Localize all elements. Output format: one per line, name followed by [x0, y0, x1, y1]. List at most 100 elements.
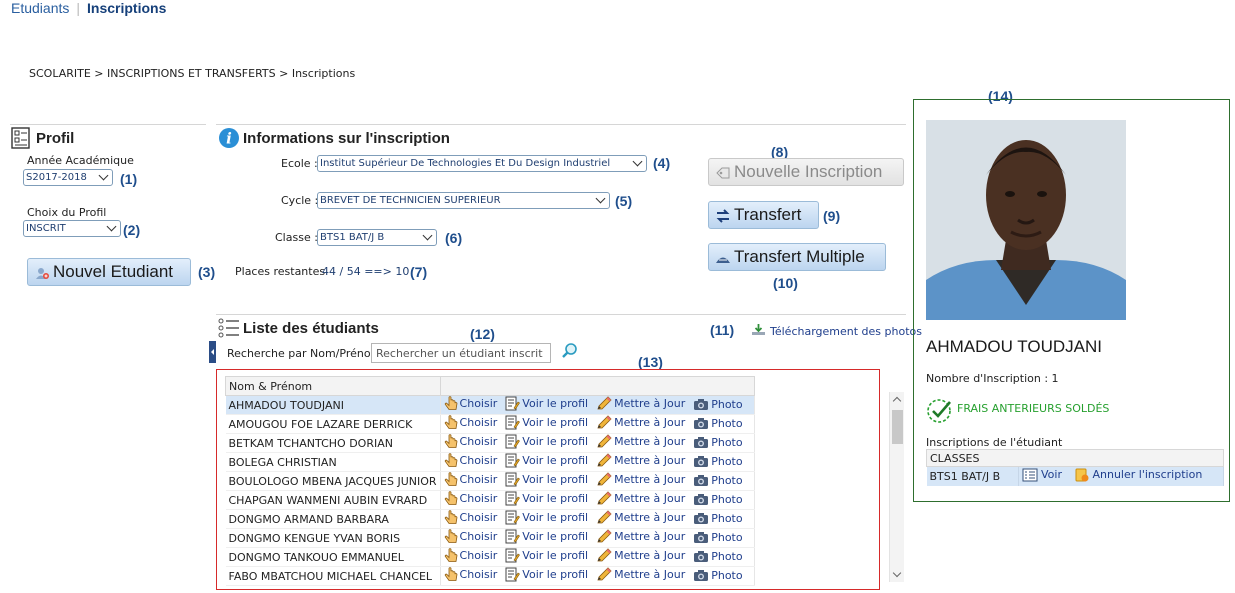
- scroll-down-icon[interactable]: [892, 568, 902, 578]
- annee-select[interactable]: S2017-2018: [23, 169, 113, 186]
- update-link[interactable]: Mettre à Jour: [596, 415, 685, 430]
- view-profile-link[interactable]: Voir le profil: [505, 510, 588, 525]
- student-name-cell[interactable]: DONGMO KENGUE YVAN BORIS: [225, 528, 441, 548]
- update-link-label: Mettre à Jour: [614, 454, 686, 467]
- photo-link[interactable]: Photo: [693, 435, 743, 449]
- update-link[interactable]: Mettre à Jour: [596, 548, 685, 563]
- update-link[interactable]: Mettre à Jour: [596, 434, 685, 449]
- view-profile-link[interactable]: Voir le profil: [505, 434, 588, 449]
- view-profile-link[interactable]: Voir le profil: [505, 567, 588, 582]
- student-name-cell[interactable]: DONGMO ARMAND BARBARA: [225, 509, 441, 529]
- table-row[interactable]: DONGMO ARMAND BARBARA Choisir Voir le prof…: [225, 509, 755, 529]
- pencil-edit-icon: [596, 415, 612, 430]
- scroll-thumb[interactable]: [892, 410, 903, 444]
- pencil-edit-icon: [596, 396, 612, 411]
- view-profile-link[interactable]: Voir le profil: [505, 548, 588, 563]
- tab-inscriptions[interactable]: Inscriptions: [87, 0, 166, 16]
- choix-select[interactable]: INSCRIT: [23, 220, 121, 237]
- add-user-icon: [34, 265, 50, 279]
- student-name-cell[interactable]: BETKAM TCHANTCHO DORIAN: [225, 433, 441, 453]
- choix-dropdown[interactable]: INSCRIT: [23, 220, 121, 237]
- student-name-cell[interactable]: DONGMO TANKOUO EMMANUEL: [225, 547, 441, 567]
- view-profile-link[interactable]: Voir le profil: [505, 491, 588, 506]
- choose-link[interactable]: Choisir: [444, 529, 497, 544]
- view-profile-link[interactable]: Voir le profil: [505, 472, 588, 487]
- transfert-multiple-button[interactable]: Transfert Multiple: [708, 243, 886, 271]
- ecole-dropdown[interactable]: Institut Supérieur De Technologies Et Du…: [317, 155, 647, 172]
- transfert-button[interactable]: Transfert: [708, 201, 819, 229]
- update-link[interactable]: Mettre à Jour: [596, 491, 685, 506]
- search-icon[interactable]: [561, 342, 579, 363]
- table-row[interactable]: BOLEGA CHRISTIAN Choisir Voir le profil Met…: [225, 452, 755, 472]
- table-row[interactable]: FABO MBATCHOU MICHAEL CHANCEL Choisir Voir…: [225, 566, 755, 586]
- student-name-cell[interactable]: BOLEGA CHRISTIAN: [225, 452, 441, 472]
- photo-link-label: Photo: [711, 549, 743, 563]
- photo-link[interactable]: Photo: [693, 549, 743, 563]
- update-link-label: Mettre à Jour: [614, 549, 686, 562]
- collapse-handle[interactable]: [209, 341, 216, 363]
- update-link[interactable]: Mettre à Jour: [596, 529, 685, 544]
- view-profile-link[interactable]: Voir le profil: [505, 529, 588, 544]
- table-row[interactable]: BOULOLOGO MBENA JACQUES JUNIOR Choisir Voi…: [225, 471, 755, 491]
- table-scrollbar[interactable]: [889, 392, 904, 582]
- scroll-up-icon[interactable]: [892, 396, 902, 406]
- student-name-cell[interactable]: AHMADOU TOUDJANI: [225, 395, 441, 415]
- view-profile-link[interactable]: Voir le profil: [505, 415, 588, 430]
- photo-link[interactable]: Photo: [693, 492, 743, 506]
- photo-link[interactable]: Photo: [693, 511, 743, 525]
- choose-link[interactable]: Choisir: [444, 472, 497, 487]
- update-link[interactable]: Mettre à Jour: [596, 453, 685, 468]
- student-name-cell[interactable]: AMOUGOU FOE LAZARE DERRICK: [225, 414, 441, 434]
- view-profile-link[interactable]: Voir le profil: [505, 396, 588, 411]
- annuler-link[interactable]: Annuler l'inscription: [1075, 468, 1202, 482]
- student-name-cell[interactable]: FABO MBATCHOU MICHAEL CHANCEL: [225, 566, 441, 586]
- photo-link[interactable]: Photo: [693, 416, 743, 430]
- photo-link[interactable]: Photo: [693, 530, 743, 544]
- tab-etudiants[interactable]: Etudiants: [11, 0, 69, 16]
- nb-inscription-value: 1: [1051, 372, 1059, 385]
- marker-3: (3): [198, 264, 216, 280]
- table-row[interactable]: AMOUGOU FOE LAZARE DERRICK Choisir Voir le…: [225, 414, 755, 434]
- update-link[interactable]: Mettre à Jour: [596, 396, 685, 411]
- cycle-select[interactable]: BREVET DE TECHNICIEN SUPÉRIEUR: [317, 192, 610, 209]
- nouvelle-inscription-button[interactable]: Nouvelle Inscription: [708, 158, 904, 186]
- student-photo: [926, 120, 1126, 320]
- table-row[interactable]: DONGMO TANKOUO EMMANUEL Choisir Voir le pr…: [225, 547, 755, 567]
- update-link[interactable]: Mettre à Jour: [596, 472, 685, 487]
- download-photos-link[interactable]: Téléchargement des photos: [751, 323, 922, 339]
- voir-link[interactable]: Voir: [1022, 468, 1062, 482]
- classe-dropdown[interactable]: BTS1 BAT/J B: [317, 229, 437, 246]
- choose-link[interactable]: Choisir: [444, 491, 497, 506]
- cycle-dropdown[interactable]: BREVET DE TECHNICIEN SUPÉRIEUR: [317, 192, 610, 209]
- ecole-select[interactable]: Institut Supérieur De Technologies Et Du…: [317, 155, 647, 172]
- photo-link[interactable]: Photo: [693, 397, 743, 411]
- choose-link[interactable]: Choisir: [444, 415, 497, 430]
- table-row[interactable]: AHMADOU TOUDJANI Choisir Voir le profil Met…: [225, 395, 755, 415]
- update-link-label: Mettre à Jour: [614, 435, 686, 448]
- table-row[interactable]: CHAPGAN WANMENI AUBIN EVRARD Choisir Voir …: [225, 490, 755, 510]
- student-name-cell[interactable]: BOULOLOGO MBENA JACQUES JUNIOR: [225, 471, 441, 491]
- update-link[interactable]: Mettre à Jour: [596, 510, 685, 525]
- choose-link[interactable]: Choisir: [444, 453, 497, 468]
- profile-doc-icon: [505, 472, 521, 487]
- profile-doc-icon: [505, 434, 521, 449]
- classe-select[interactable]: BTS1 BAT/J B: [317, 229, 437, 246]
- photo-link[interactable]: Photo: [693, 454, 743, 468]
- view-profile-link[interactable]: Voir le profil: [505, 453, 588, 468]
- photo-link-label: Photo: [711, 511, 743, 525]
- table-row[interactable]: BETKAM TCHANTCHO DORIAN Choisir Voir le pr…: [225, 433, 755, 453]
- choose-link[interactable]: Choisir: [444, 567, 497, 582]
- table-row[interactable]: DONGMO KENGUE YVAN BORIS Choisir Voir le p…: [225, 528, 755, 548]
- choose-link[interactable]: Choisir: [444, 434, 497, 449]
- search-input[interactable]: [371, 343, 551, 363]
- choose-link[interactable]: Choisir: [444, 548, 497, 563]
- choose-link[interactable]: Choisir: [444, 396, 497, 411]
- student-name-cell[interactable]: CHAPGAN WANMENI AUBIN EVRARD: [225, 490, 441, 510]
- photo-link[interactable]: Photo: [693, 473, 743, 487]
- choose-link[interactable]: Choisir: [444, 510, 497, 525]
- photo-link[interactable]: Photo: [693, 568, 743, 582]
- nouvel-etudiant-button[interactable]: Nouvel Etudiant: [27, 258, 191, 286]
- annee-dropdown[interactable]: S2017-2018: [23, 169, 113, 186]
- update-link[interactable]: Mettre à Jour: [596, 567, 685, 582]
- photo-link-label: Photo: [711, 416, 743, 430]
